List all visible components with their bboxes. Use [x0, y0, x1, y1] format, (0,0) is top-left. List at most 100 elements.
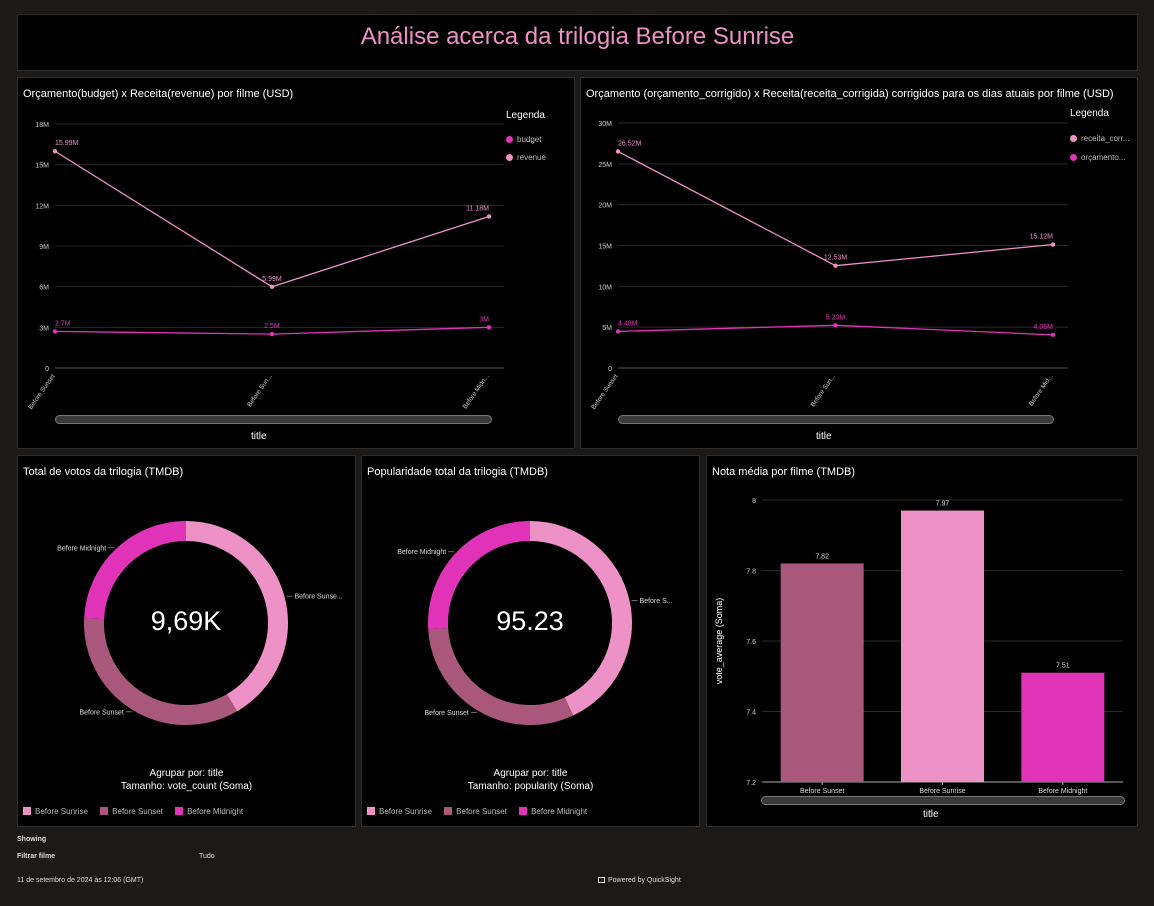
data-label: 2.5M	[264, 323, 280, 330]
donut-legend: Before Sunrise Before Sunset Before Midn…	[367, 807, 597, 816]
legend-item-before-sunrise[interactable]: Before Sunrise	[367, 807, 432, 816]
data-point	[615, 149, 621, 154]
y-tick-label: 6M	[39, 285, 49, 292]
y-tick-label: 15M	[35, 163, 49, 170]
popularity-visual[interactable]: Popularidade total da trilogia (TMDB) Be…	[361, 455, 700, 827]
bar-value-label: 7.51	[1056, 663, 1070, 670]
y-tick-label: 15M	[598, 244, 612, 251]
budget-revenue-line-chart[interactable]: 0 3M 6M 9M 12M 15M 18M Before Sunset Before Sun.…	[18, 78, 574, 448]
bar-before-midnight	[1021, 672, 1105, 782]
adjusted-budget-revenue-visual[interactable]: Orçamento (orçamento_corrigido) x Receit…	[580, 77, 1138, 449]
donut-slice-before-sunset	[428, 627, 574, 725]
donut-center-value: 9,69K	[150, 606, 222, 636]
filter-label: Filtrar filme	[17, 853, 56, 860]
bar-before-sunrise	[901, 510, 984, 782]
y-tick-label: 20M	[598, 203, 612, 210]
series-line-revenue	[54, 150, 490, 288]
legend-title: Legenda	[506, 110, 545, 121]
x-tick-label: Before Sunrise	[919, 788, 965, 795]
slice-label: Before Midnight	[397, 549, 446, 556]
x-axis-title: title	[923, 809, 939, 820]
data-point	[52, 329, 58, 334]
x-axis-scrollbar[interactable]	[761, 796, 1125, 805]
data-point	[269, 331, 275, 337]
image-icon	[598, 877, 605, 883]
y-tick-label: 10M	[598, 284, 612, 291]
x-tick-label: Before Mid...	[1028, 373, 1055, 407]
data-point	[486, 325, 492, 330]
data-label: 15.12M	[1030, 234, 1054, 241]
x-tick-label: Before Sunset	[27, 373, 56, 411]
data-label: 11.18M	[466, 205, 489, 212]
donut-center-value: 95.23	[496, 606, 564, 636]
x-axis-scrollbar[interactable]	[55, 415, 492, 424]
slice-label: Before S...	[640, 598, 673, 605]
dashboard-title: Análise acerca da trilogia Before Sunris…	[360, 23, 795, 50]
data-point	[269, 284, 275, 290]
data-label: 3M	[479, 316, 489, 323]
y-tick-label: 7.2	[746, 780, 756, 787]
data-label: 4.06M	[1034, 324, 1054, 331]
donut-groupby-text: Agrupar por: title Tamanho: vote_count (S…	[120, 768, 253, 792]
slice-label: Before Sunset	[79, 709, 123, 716]
data-label: 2.7M	[55, 320, 71, 327]
data-label: 26.52M	[618, 140, 642, 147]
x-axis-title: title	[816, 431, 832, 442]
filter-value[interactable]: Tudo	[199, 853, 215, 860]
vote-count-visual[interactable]: Total de votos da trilogia (TMDB) Before…	[17, 455, 356, 827]
x-tick-label: Before Sun...	[246, 373, 274, 408]
y-tick-label: 7.4	[746, 710, 756, 717]
data-point	[52, 149, 58, 154]
data-label: 5.23M	[826, 314, 846, 321]
y-tick-label: 0	[608, 366, 612, 373]
y-tick-label: 25M	[598, 162, 612, 169]
data-point	[1050, 332, 1056, 338]
data-label: 4.48M	[618, 320, 638, 327]
x-axis-title: title	[251, 431, 267, 442]
legend-item-revenue[interactable]: revenue	[506, 153, 546, 162]
adjusted-budget-revenue-line-chart[interactable]: 0 5M 10M 15M 20M 25M 30M Before Sunset Before Su…	[581, 78, 1137, 448]
legend-item-before-sunset[interactable]: Before Sunset	[100, 807, 163, 816]
legend-item-before-midnight[interactable]: Before Midnight	[175, 807, 243, 816]
legend-item-before-sunrise[interactable]: Before Sunrise	[23, 807, 88, 816]
x-tick-label: Before Sun...	[810, 373, 838, 408]
y-tick-label: 7.8	[746, 569, 756, 576]
data-point	[833, 323, 838, 328]
y-tick-label: 7.6	[746, 639, 756, 646]
x-tick-label: Before Sunset	[590, 373, 619, 411]
vote-average-visual[interactable]: Nota média por filme (TMDB) 7.2 7.4 7.6 7.8…	[706, 455, 1138, 827]
y-tick-label: 0	[45, 366, 49, 373]
y-tick-label: 18M	[35, 122, 49, 129]
x-tick-label: Before Midnight	[1038, 788, 1087, 795]
legend-item-before-sunset[interactable]: Before Sunset	[444, 807, 507, 816]
slice-label: Before Sunse...	[294, 594, 342, 601]
donut-legend: Before Sunrise Before Sunset Before Midn…	[23, 807, 253, 816]
y-tick-label: 8	[752, 498, 756, 505]
data-label: 12.53M	[824, 255, 848, 262]
y-tick-label: 9M	[39, 244, 49, 251]
y-tick-label: 30M	[598, 121, 612, 128]
slice-label: Before Sunset	[424, 710, 468, 717]
bar-before-sunset	[780, 563, 864, 782]
series-line-receita-corrigida	[617, 150, 1054, 267]
title-panel: Análise acerca da trilogia Before Sunris…	[17, 14, 1138, 71]
legend-item-before-midnight[interactable]: Before Midnight	[519, 807, 587, 816]
slice-label: Before Midnight	[57, 545, 106, 552]
data-point	[1050, 242, 1056, 247]
data-label: 5.99M	[262, 276, 282, 283]
legend-item-budget[interactable]: budget	[506, 135, 541, 144]
x-axis-scrollbar[interactable]	[618, 415, 1054, 424]
budget-revenue-visual[interactable]: Orçamento(budget) x Receita(revenue) por…	[17, 77, 575, 449]
y-tick-label: 5M	[602, 325, 612, 332]
timestamp: 11 de setembro de 2024 às 12:06 (GMT)	[17, 877, 144, 884]
data-label: 15.99M	[55, 140, 79, 147]
y-axis-title: vote_average (Soma)	[714, 598, 724, 685]
data-point	[486, 214, 492, 219]
vote-average-bar-chart[interactable]: 7.2 7.4 7.6 7.8 8 vote_average (Soma) 7.82 Befo…	[707, 456, 1137, 796]
powered-by: Powered by QuickSight	[598, 877, 681, 884]
legend-item-orcamento-corrigido[interactable]: orçamento...	[1070, 153, 1125, 162]
x-tick-label: Before Sunset	[800, 788, 844, 795]
showing-label: Showing	[17, 836, 47, 843]
bar-value-label: 7.82	[815, 553, 829, 560]
legend-item-receita-corrigida[interactable]: receita_corr...	[1070, 134, 1129, 143]
